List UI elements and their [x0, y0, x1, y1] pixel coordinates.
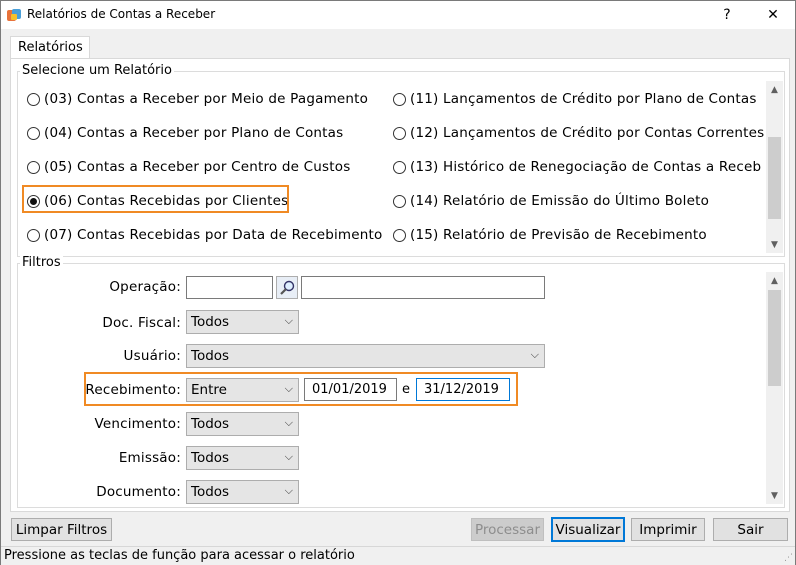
emissao-value: Todos	[191, 450, 230, 466]
radio-circle	[393, 92, 406, 106]
operacao-code-input[interactable]	[186, 276, 273, 299]
report-group-label: Selecione um Relatório	[20, 63, 174, 78]
doc-fiscal-select[interactable]: Todos ⌵	[186, 310, 299, 334]
filters-group-label: Filtros	[20, 255, 63, 270]
scroll-down-icon[interactable]: ▼	[766, 236, 783, 253]
report-window: Relatórios de Contas a Receber ? ✕ Relat…	[0, 0, 796, 565]
tab-relatorios[interactable]: Relatórios	[10, 36, 90, 59]
radio-label: (11) Lançamentos de Crédito por Plano de…	[410, 91, 757, 107]
radio-circle	[27, 92, 40, 106]
operacao-name-input[interactable]	[301, 276, 545, 299]
status-text: Pressione as teclas de função para acess…	[4, 548, 355, 563]
radio-circle	[393, 228, 406, 242]
scroll-thumb[interactable]	[768, 137, 781, 219]
operacao-search-button[interactable]	[276, 276, 298, 299]
chevron-down-icon: ⌵	[284, 484, 293, 497]
radio-report-11[interactable]: (11) Lançamentos de Crédito por Plano de…	[393, 91, 757, 107]
search-icon	[280, 280, 295, 295]
help-icon: ?	[723, 7, 731, 23]
filters-scrollbar[interactable]: ▲ ▼	[766, 272, 783, 504]
radio-report-04[interactable]: (04) Contas a Receber por Plano de Conta…	[27, 125, 343, 141]
radio-label: (03) Contas a Receber por Meio de Pagame…	[44, 91, 369, 107]
imprimir-button[interactable]: Imprimir	[631, 518, 705, 541]
radio-label: (04) Contas a Receber por Plano de Conta…	[44, 125, 344, 141]
radio-report-13[interactable]: (13) Histórico de Renegociação de Contas…	[393, 159, 761, 175]
chevron-down-icon: ⌵	[284, 314, 293, 327]
highlight-recebimento	[84, 372, 518, 406]
app-icon	[7, 9, 21, 21]
resize-grip-icon[interactable]: ⋰	[784, 553, 793, 563]
scroll-up-icon[interactable]: ▲	[766, 81, 783, 98]
radio-circle	[393, 160, 406, 174]
radio-report-03[interactable]: (03) Contas a Receber por Meio de Pagame…	[27, 91, 368, 107]
radio-report-12[interactable]: (12) Lançamentos de Crédito por Contas C…	[393, 125, 764, 141]
documento-value: Todos	[191, 484, 230, 500]
radio-label: (05) Contas a Receber por Centro de Cust…	[44, 159, 351, 175]
limpar-filtros-button[interactable]: Limpar Filtros	[11, 518, 112, 541]
usuario-label: Usuário:	[123, 348, 181, 364]
radio-circle	[27, 160, 40, 174]
help-button[interactable]: ?	[705, 1, 749, 29]
chevron-down-icon: ⌵	[284, 416, 293, 429]
sair-button[interactable]: Sair	[713, 518, 788, 541]
highlight-selected-report	[22, 185, 289, 213]
radio-report-14[interactable]: (14) Relatório de Emissão do Último Bole…	[393, 193, 709, 209]
close-icon: ✕	[767, 7, 779, 23]
emissao-label: Emissão:	[118, 450, 181, 466]
emissao-select[interactable]: Todos ⌵	[186, 446, 299, 470]
chevron-down-icon: ⌵	[284, 450, 293, 463]
radio-report-07[interactable]: (07) Contas Recebidas por Data de Recebi…	[27, 227, 382, 243]
radio-label: (15) Relatório de Previsão de Recebiment…	[410, 227, 707, 243]
radio-label: (13) Histórico de Renegociação de Contas…	[410, 159, 761, 175]
visualizar-button[interactable]: Visualizar	[551, 517, 625, 542]
documento-select[interactable]: Todos ⌵	[186, 480, 299, 504]
radio-circle	[27, 228, 40, 242]
doc-fiscal-label: Doc. Fiscal:	[102, 315, 181, 331]
radio-report-15[interactable]: (15) Relatório de Previsão de Recebiment…	[393, 227, 707, 243]
radio-label: (14) Relatório de Emissão do Último Bole…	[410, 193, 710, 209]
status-bar: Pressione as teclas de função para acess…	[1, 546, 795, 565]
radio-circle	[393, 126, 406, 140]
radio-report-05[interactable]: (05) Contas a Receber por Centro de Cust…	[27, 159, 350, 175]
doc-fiscal-value: Todos	[191, 314, 230, 330]
processar-button[interactable]: Processar	[471, 518, 544, 541]
scroll-thumb[interactable]	[768, 290, 781, 386]
tab-label: Relatórios	[18, 40, 83, 55]
title-bar: Relatórios de Contas a Receber ? ✕	[1, 1, 795, 29]
vencimento-value: Todos	[191, 416, 230, 432]
vencimento-select[interactable]: Todos ⌵	[186, 412, 299, 436]
scroll-down-icon[interactable]: ▼	[766, 487, 783, 504]
operacao-label: Operação:	[109, 279, 181, 295]
tab-panel: Selecione um Relatório (03) Contas a Rec…	[10, 58, 790, 512]
close-button[interactable]: ✕	[751, 1, 795, 29]
radio-label: (12) Lançamentos de Crédito por Contas C…	[410, 125, 765, 141]
radio-label: (07) Contas Recebidas por Data de Recebi…	[44, 227, 383, 243]
scroll-up-icon[interactable]: ▲	[766, 272, 783, 289]
window-title: Relatórios de Contas a Receber	[27, 7, 216, 21]
usuario-select[interactable]: Todos ⌵	[186, 344, 545, 368]
usuario-value: Todos	[191, 348, 230, 364]
radio-circle	[393, 194, 406, 208]
vencimento-label: Vencimento:	[94, 416, 181, 432]
reports-scrollbar[interactable]: ▲ ▼	[766, 81, 783, 253]
radio-circle	[27, 126, 40, 140]
chevron-down-icon: ⌵	[530, 348, 539, 361]
documento-label: Documento:	[96, 484, 181, 500]
